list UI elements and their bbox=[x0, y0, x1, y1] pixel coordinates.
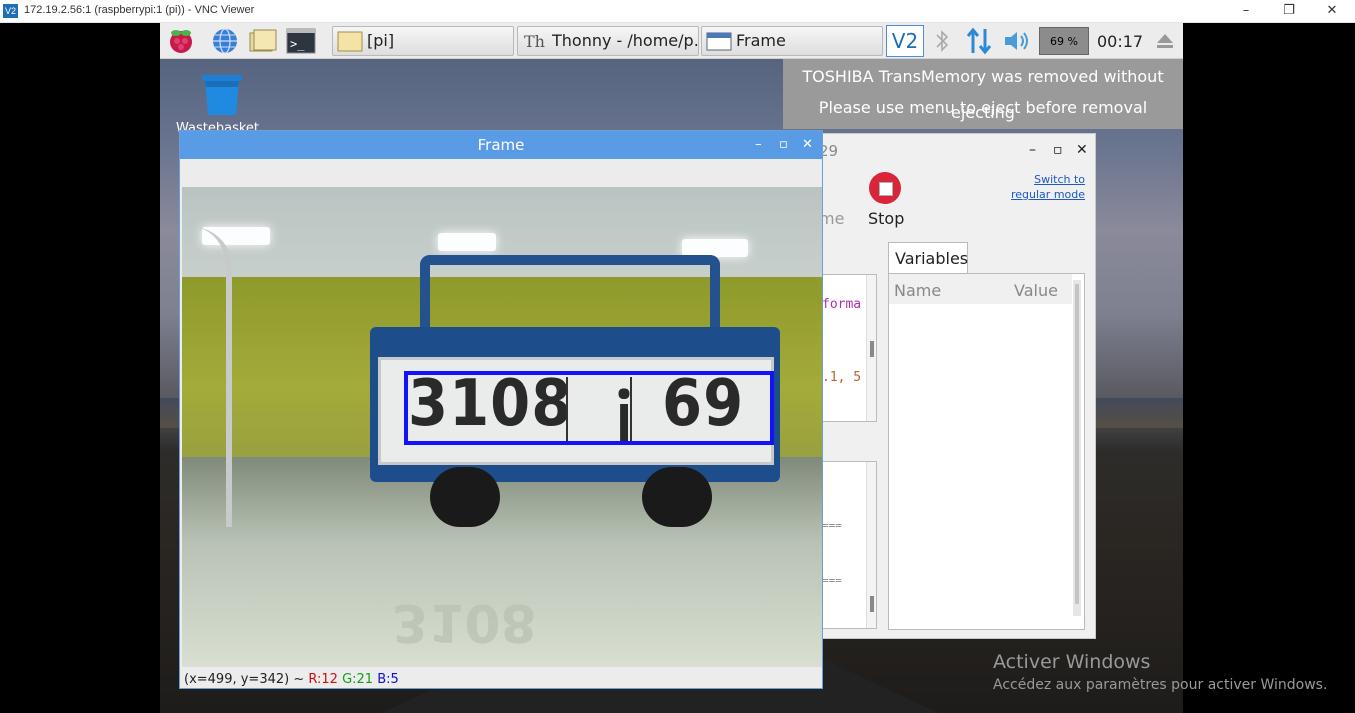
col-name[interactable]: Name bbox=[894, 281, 941, 300]
browser-globe-icon[interactable] bbox=[210, 27, 240, 55]
toy-car-wheel bbox=[642, 467, 712, 527]
wastebasket-icon[interactable] bbox=[201, 73, 243, 117]
variables-pane: Name Value bbox=[888, 273, 1085, 630]
code-line: .1, 5 bbox=[822, 370, 862, 385]
status-green: G:21 bbox=[342, 672, 374, 687]
bluetooth-icon[interactable] bbox=[932, 29, 952, 53]
toy-car-roof bbox=[420, 255, 720, 335]
frame-title-bar[interactable]: Frame bbox=[180, 131, 822, 159]
switch-line-1[interactable]: Switch to bbox=[1011, 172, 1085, 187]
activation-watermark-title: Activer Windows bbox=[993, 651, 1151, 673]
clock[interactable]: 00:17 bbox=[1097, 32, 1143, 51]
code-editor[interactable]: forma .1, 5 bbox=[819, 274, 877, 422]
frame-maximize-button[interactable]: ▫ bbox=[779, 131, 788, 159]
activation-watermark-text: Accédez aux paramètres pour activer Wind… bbox=[993, 677, 1328, 693]
vnc-logo-icon: V2 bbox=[3, 4, 18, 18]
eject-notification[interactable]: TOSHIBA TransMemory was removed without … bbox=[783, 59, 1183, 129]
notification-line-1: TOSHIBA TransMemory was removed without … bbox=[802, 67, 1164, 122]
frame-close-button[interactable]: ✕ bbox=[802, 131, 813, 159]
thonny-maximize-button[interactable]: ▫ bbox=[1053, 142, 1063, 158]
shell-line: === bbox=[822, 574, 842, 587]
shell-pane[interactable]: === === bbox=[819, 461, 877, 629]
stop-button-label[interactable]: Stop bbox=[868, 209, 904, 228]
thonny-close-button[interactable]: ✕ bbox=[1076, 142, 1088, 158]
volume-icon[interactable] bbox=[1003, 29, 1031, 53]
raspberry-menu-icon[interactable] bbox=[166, 27, 196, 55]
close-button[interactable]: ✕ bbox=[1309, 0, 1355, 22]
eject-icon[interactable] bbox=[1155, 32, 1175, 50]
task-frame[interactable]: Frame bbox=[701, 26, 883, 56]
cpu-monitor: 69 % bbox=[1039, 27, 1089, 55]
pixel-status-bar: (x=499, y=342) ~ R:12 G:21 B:5 bbox=[184, 672, 399, 687]
switch-line-2[interactable]: regular mode bbox=[1011, 187, 1085, 202]
terminal-icon[interactable]: >_ bbox=[286, 27, 316, 55]
code-line: forma bbox=[822, 297, 862, 312]
rpi-taskbar: >_ [pi] Th Thonny - /home/p... Frame V2 6… bbox=[160, 23, 1183, 59]
toy-car-wheel bbox=[430, 467, 500, 527]
svg-text:Th: Th bbox=[524, 32, 545, 51]
notification-line-2: Please use menu to eject before removal bbox=[818, 98, 1148, 117]
folder-icon bbox=[337, 31, 363, 52]
task-file-manager[interactable]: [pi] bbox=[332, 26, 514, 56]
thonny-icon: Th bbox=[524, 32, 545, 51]
status-coords: (x=499, y=342) ~ bbox=[184, 672, 305, 687]
camera-frame[interactable]: 3108 ｉ 69 3108 bbox=[182, 187, 822, 667]
frame-window: Frame – ▫ ✕ 3108 ｉ 69 3108 (x=499, y=342… bbox=[179, 130, 823, 689]
switch-mode-link[interactable]: Switch to regular mode bbox=[1011, 172, 1085, 202]
network-arrows-icon[interactable] bbox=[966, 27, 992, 55]
scene-cable bbox=[192, 227, 232, 527]
svg-text:>_: >_ bbox=[290, 37, 305, 51]
plate-reflection: 3108 bbox=[392, 592, 537, 652]
frame-title: Frame bbox=[477, 136, 525, 154]
col-value[interactable]: Value bbox=[1014, 281, 1058, 300]
task-label: [pi] bbox=[367, 31, 395, 50]
task-label: Frame bbox=[736, 31, 786, 50]
window-icon bbox=[706, 32, 732, 51]
task-thonny[interactable]: Th Thonny - /home/p... bbox=[517, 26, 699, 56]
task-label: Thonny - /home/p... bbox=[552, 31, 699, 50]
variables-scrollbar[interactable] bbox=[1073, 280, 1081, 616]
tab-variables[interactable]: Variables bbox=[888, 242, 968, 274]
minimize-button[interactable]: – bbox=[1223, 0, 1269, 22]
thonny-minimize-button[interactable]: – bbox=[1029, 142, 1036, 158]
shell-line: === bbox=[822, 519, 842, 532]
ceiling-light bbox=[438, 233, 496, 251]
thonny-window: 29 – ▫ ✕ me Stop Switch to regular mode … bbox=[804, 133, 1096, 639]
plate-detection-box bbox=[404, 371, 774, 445]
vnc-window-title: 172.19.2.56:1 (raspberrypi:1 (pi)) - VNC… bbox=[24, 4, 255, 16]
restore-button[interactable]: ❐ bbox=[1266, 0, 1312, 22]
vnc-title-bar: V2 172.19.2.56:1 (raspberrypi:1 (pi)) - … bbox=[0, 0, 1355, 23]
variables-header: Name Value bbox=[889, 274, 1072, 304]
editor-scrollbar[interactable] bbox=[866, 275, 876, 421]
file-manager-icon[interactable] bbox=[248, 27, 278, 55]
frame-minimize-button[interactable]: – bbox=[755, 131, 762, 159]
status-red: R:12 bbox=[308, 672, 338, 687]
status-blue: B:5 bbox=[377, 672, 399, 687]
shell-scrollbar[interactable] bbox=[866, 462, 876, 628]
vnc-server-icon[interactable]: V2 bbox=[886, 25, 924, 57]
stop-icon[interactable] bbox=[869, 172, 901, 204]
